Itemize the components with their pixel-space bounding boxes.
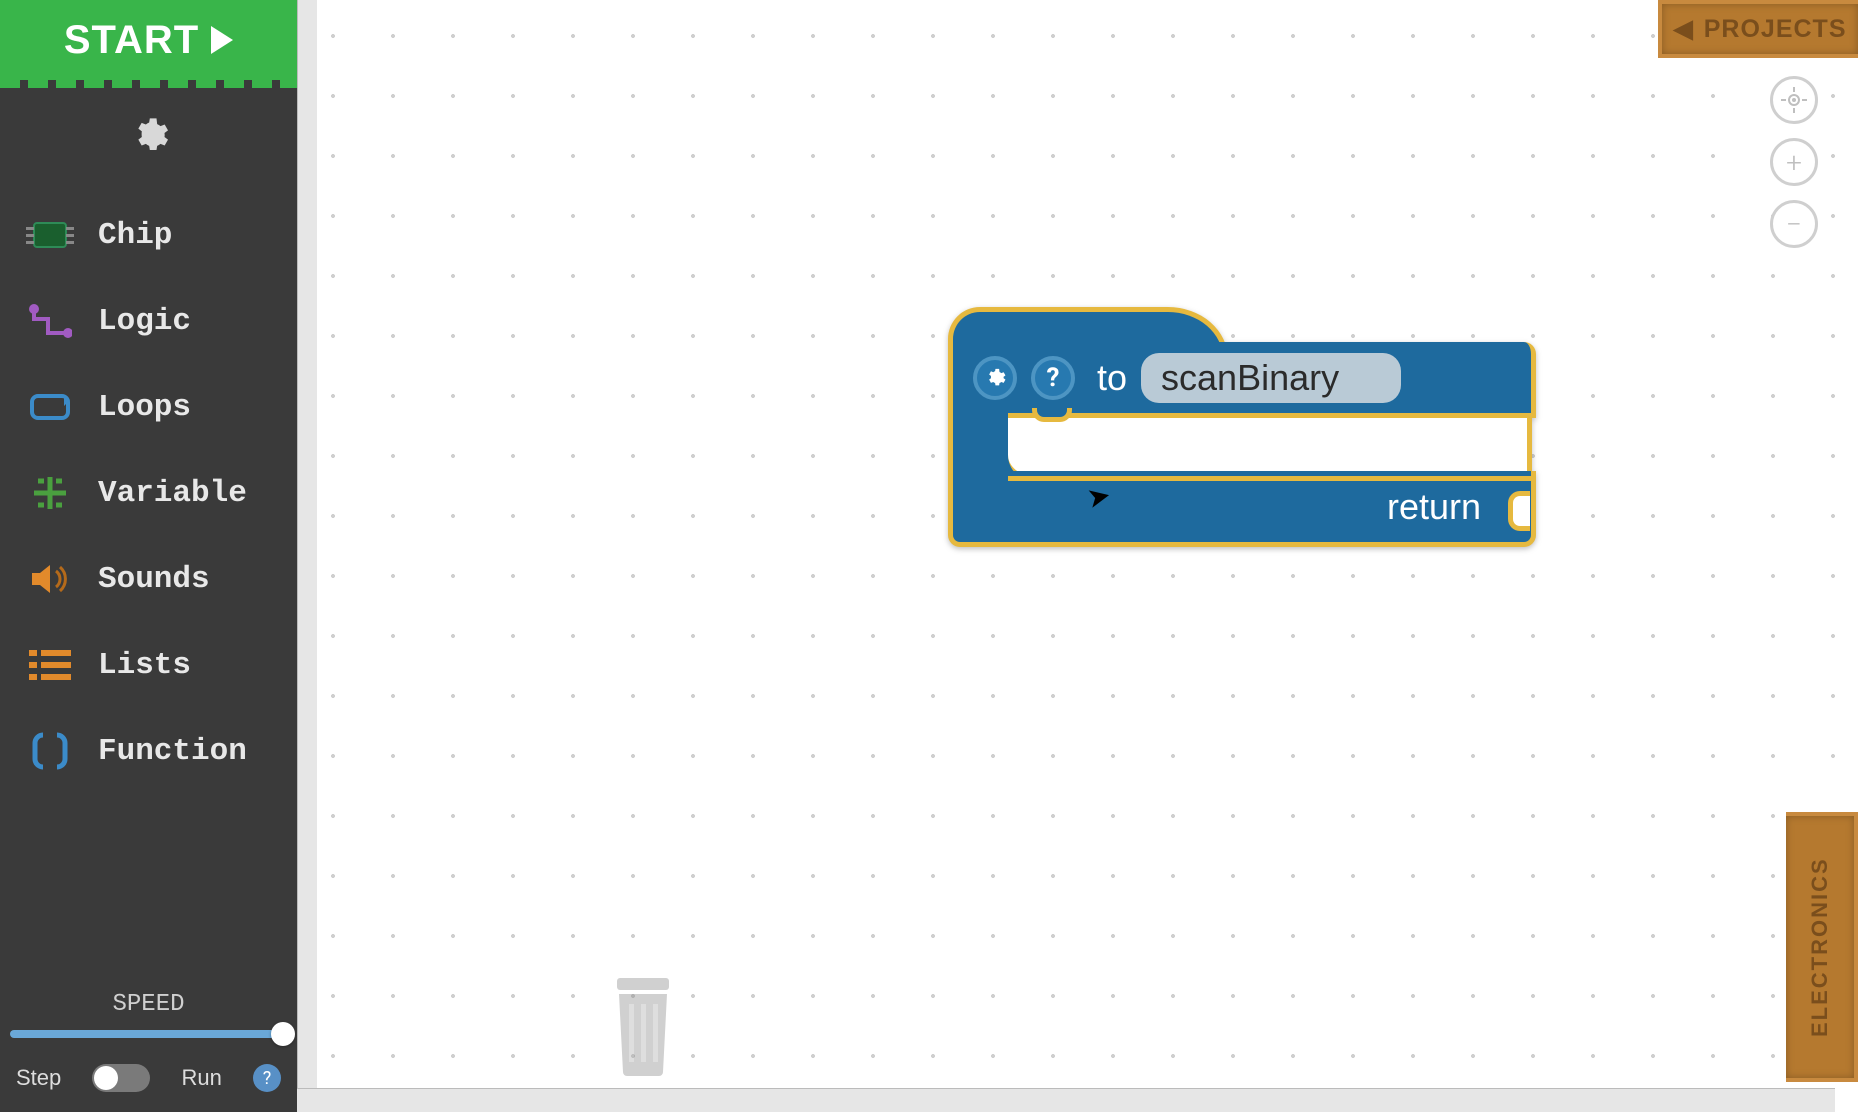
- projects-tab[interactable]: ◀ PROJECTS: [1658, 0, 1858, 58]
- variable-icon: [24, 472, 76, 514]
- scrollbar-horizontal[interactable]: [297, 1088, 1835, 1112]
- sidebar: START Chip Logic Loops: [0, 0, 297, 1112]
- sidebar-item-loops[interactable]: Loops: [0, 364, 297, 450]
- logic-icon: [24, 300, 76, 342]
- run-label: Run: [182, 1065, 222, 1091]
- category-label: Sounds: [98, 562, 210, 597]
- speed-section: SPEED Step Run ?: [0, 975, 297, 1112]
- play-icon: [211, 26, 233, 54]
- run-mode-toggle[interactable]: [92, 1064, 150, 1092]
- sounds-icon: [24, 558, 76, 600]
- speed-slider[interactable]: [10, 1030, 287, 1038]
- category-label: Variable: [98, 476, 247, 511]
- zoom-controls: + −: [1770, 76, 1818, 248]
- sidebar-item-variable[interactable]: Variable: [0, 450, 297, 536]
- return-keyword: return: [1387, 486, 1481, 528]
- speed-thumb[interactable]: [271, 1022, 295, 1046]
- start-button[interactable]: START: [0, 0, 297, 80]
- sidebar-item-chip[interactable]: Chip: [0, 192, 297, 278]
- scrollbar-vertical[interactable]: [297, 0, 317, 1088]
- minus-icon: −: [1786, 208, 1802, 241]
- help-icon: ?: [263, 1068, 272, 1089]
- category-label: Chip: [98, 218, 172, 253]
- trash-bin[interactable]: [611, 978, 675, 1076]
- sidebar-item-lists[interactable]: Lists: [0, 622, 297, 708]
- electronics-label: ELECTRONICS: [1807, 857, 1833, 1037]
- return-value-slot[interactable]: [1508, 491, 1530, 531]
- function-name-input[interactable]: [1141, 353, 1401, 403]
- settings-row: [0, 92, 297, 182]
- projects-label: PROJECTS: [1704, 15, 1847, 44]
- center-view-button[interactable]: [1770, 76, 1818, 124]
- category-list: Chip Logic Loops Variable Sounds: [0, 182, 297, 975]
- start-label: START: [64, 18, 199, 63]
- category-label: Lists: [98, 648, 191, 683]
- question-icon: ?: [1047, 363, 1060, 393]
- sidebar-item-logic[interactable]: Logic: [0, 278, 297, 364]
- loops-icon: [24, 386, 76, 428]
- block-settings-button[interactable]: [973, 356, 1017, 400]
- gear-icon: [984, 367, 1006, 389]
- sidebar-item-sounds[interactable]: Sounds: [0, 536, 297, 622]
- category-label: Loops: [98, 390, 191, 425]
- to-keyword: to: [1097, 357, 1127, 399]
- chevron-left-icon: ◀: [1674, 14, 1694, 44]
- target-icon: [1781, 87, 1807, 113]
- function-icon: [24, 730, 76, 772]
- category-label: Function: [98, 734, 247, 769]
- block-help-button[interactable]: ?: [1031, 356, 1075, 400]
- plus-icon: +: [1786, 146, 1802, 179]
- toggle-knob: [94, 1066, 118, 1090]
- lists-icon: [24, 644, 76, 686]
- sidebar-item-function[interactable]: Function: [0, 708, 297, 794]
- help-button[interactable]: ?: [253, 1064, 281, 1092]
- workspace-canvas[interactable]: ◀ PROJECTS ELECTRONICS + −: [297, 0, 1858, 1112]
- zoom-in-button[interactable]: +: [1770, 138, 1818, 186]
- category-label: Logic: [98, 304, 191, 339]
- chip-icon: [24, 214, 76, 256]
- speed-label: SPEED: [10, 991, 287, 1018]
- zoom-out-button[interactable]: −: [1770, 200, 1818, 248]
- step-label: Step: [16, 1065, 61, 1091]
- electronics-tab[interactable]: ELECTRONICS: [1786, 812, 1858, 1082]
- gear-icon[interactable]: [129, 115, 169, 159]
